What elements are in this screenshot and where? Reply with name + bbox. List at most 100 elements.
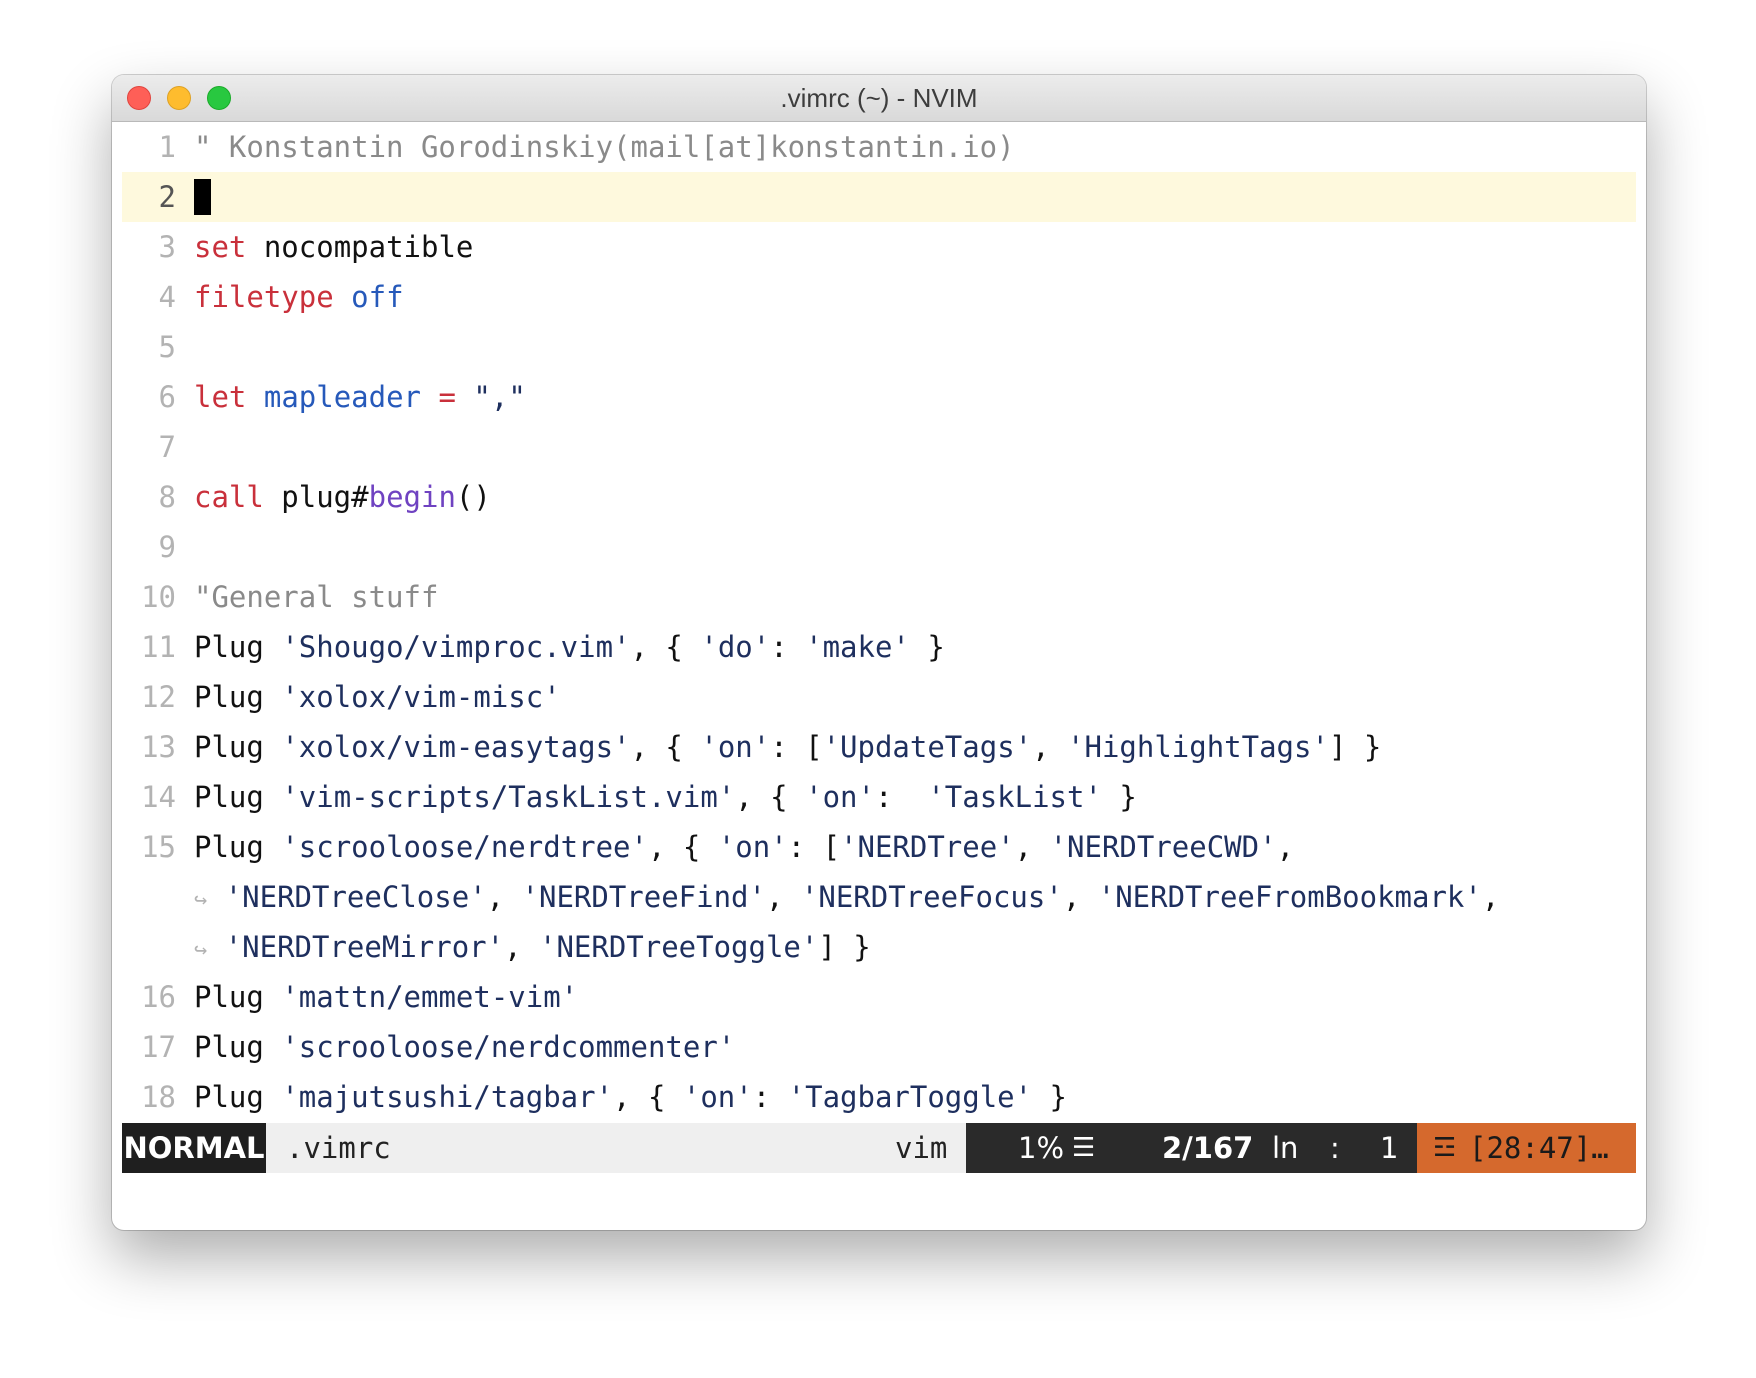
code-token: Plug xyxy=(194,830,282,864)
code-token: Plug xyxy=(194,980,282,1014)
text-cursor xyxy=(194,179,211,215)
code-token: , xyxy=(1032,730,1068,764)
code-token: , { xyxy=(647,830,718,864)
line-text: Plug 'scrooloose/nerdcommenter' xyxy=(194,1022,735,1072)
line-number: 10 xyxy=(141,580,176,614)
code-line[interactable]: 1 " Konstantin Gorodinskiy(mail[at]konsta… xyxy=(122,122,1636,172)
line-text: Plug 'majutsushi/tagbar', { 'on': 'Tagba… xyxy=(194,1072,1067,1122)
code-line[interactable]: 14 Plug 'vim-scripts/TaskList.vim', { 'on… xyxy=(122,772,1636,822)
line-text: Plug 'Shougo/vimproc.vim', { 'do': 'make… xyxy=(194,622,945,672)
code-line[interactable]: 11 Plug 'Shougo/vimproc.vim', { 'do': 'ma… xyxy=(122,622,1636,672)
code-token: , xyxy=(1276,830,1295,864)
line-number: 13 xyxy=(141,730,176,764)
code-token: off xyxy=(351,280,404,314)
code-line[interactable]: 16 Plug 'mattn/emmet-vim' xyxy=(122,972,1636,1022)
code-token: 'NERDTreeCWD' xyxy=(1049,830,1277,864)
code-token: set xyxy=(194,230,247,264)
line-text: call plug#begin() xyxy=(194,472,491,522)
code-token: ] } xyxy=(1328,730,1382,764)
code-token: 'NERDTreeToggle' xyxy=(539,930,819,964)
code-token: 'NERDTreeMirror' xyxy=(224,930,505,964)
code-line[interactable]: 5 xyxy=(122,322,1636,372)
status-percent: 1% xyxy=(1018,1131,1065,1165)
code-line[interactable]: 4 filetype off xyxy=(122,272,1636,322)
line-text: Plug 'mattn/emmet-vim' xyxy=(194,972,578,1022)
code-token: 'scrooloose/nerdcommenter' xyxy=(281,1030,736,1064)
code-token: 'UpdateTags' xyxy=(822,730,1033,764)
code-token: 'mattn/emmet-vim' xyxy=(281,980,579,1014)
line-number: 9 xyxy=(158,530,176,564)
line-text: ↪ 'NERDTreeMirror', 'NERDTreeToggle'] } xyxy=(194,922,871,976)
code-token: 'xolox/vim-easytags' xyxy=(281,730,631,764)
code-token: Plug xyxy=(194,1030,282,1064)
code-token: "General stuff xyxy=(194,580,439,614)
code-token: filetype xyxy=(194,280,334,314)
code-token: : [ xyxy=(770,730,823,764)
line-number: 14 xyxy=(141,780,176,814)
code-token: , xyxy=(765,880,801,914)
code-token: begin xyxy=(368,480,456,514)
code-line[interactable]: 9 xyxy=(122,522,1636,572)
code-token: nocompatible xyxy=(246,230,474,264)
code-line[interactable]: 15 Plug 'scrooloose/nerdtree', { 'on': ['… xyxy=(122,822,1636,872)
code-line[interactable]: 8 call plug#begin() xyxy=(122,472,1636,522)
line-number: 18 xyxy=(141,1080,176,1114)
code-line[interactable]: 13 Plug 'xolox/vim-easytags', { 'on': ['U… xyxy=(122,722,1636,772)
code-line[interactable]: 6 let mapleader = "," xyxy=(122,372,1636,422)
mode-indicator: NORMAL xyxy=(122,1123,266,1173)
status-filetype: vim xyxy=(895,1131,948,1165)
code-token: 'NERDTreeFind' xyxy=(521,880,766,914)
code-line[interactable]: 17 Plug 'scrooloose/nerdcommenter' xyxy=(122,1022,1636,1072)
wrap-arrow-icon: ↪ xyxy=(194,938,208,963)
code-token: 'make' xyxy=(805,630,910,664)
line-text: ↪ 'NERDTreeClose', 'NERDTreeFind', 'NERD… xyxy=(194,872,1499,926)
code-token: 'do' xyxy=(700,630,771,664)
line-text: Plug 'vim-scripts/TaskList.vim', { 'on':… xyxy=(194,772,1137,822)
code-token: , xyxy=(1014,830,1050,864)
code-token: = xyxy=(438,380,456,414)
wrapped-line[interactable]: ↪ 'NERDTreeClose', 'NERDTreeFind', 'NERD… xyxy=(122,872,1636,922)
status-warning: [28:47]… xyxy=(1469,1131,1609,1165)
code-token: 'on' xyxy=(682,1080,753,1114)
code-token: 'vim-scripts/TaskList.vim' xyxy=(281,780,736,814)
code-token: 'xolox/vim-misc' xyxy=(281,680,561,714)
code-token: , xyxy=(486,880,522,914)
code-token: 'NERDTreeFocus' xyxy=(800,880,1063,914)
code-token: , { xyxy=(735,780,806,814)
status-line-position: 2/167 xyxy=(1162,1131,1254,1165)
code-line[interactable]: 18 Plug 'majutsushi/tagbar', { 'on': 'Tag… xyxy=(122,1072,1636,1122)
code-token: } xyxy=(1101,780,1137,814)
editor-buffer[interactable]: 1 " Konstantin Gorodinskiy(mail[at]konsta… xyxy=(122,122,1636,1122)
line-number: 8 xyxy=(158,480,176,514)
code-token: 'NERDTreeFromBookmark' xyxy=(1097,880,1482,914)
line-number: 12 xyxy=(141,680,176,714)
line-number: 11 xyxy=(141,630,176,664)
code-line[interactable]: 12 Plug 'xolox/vim-misc' xyxy=(122,672,1636,722)
code-token: 'on' xyxy=(717,830,788,864)
indent-warning-icon: ☲ xyxy=(1433,1133,1457,1163)
title-bar: .vimrc (~) - NVIM xyxy=(112,75,1646,122)
code-line[interactable]: 2 xyxy=(122,172,1636,222)
code-token: Plug xyxy=(194,680,282,714)
wrap-arrow-icon: ↪ xyxy=(194,888,208,913)
line-text: Plug 'xolox/vim-easytags', { 'on': ['Upd… xyxy=(194,722,1381,772)
code-token: : xyxy=(752,1080,788,1114)
code-line[interactable]: 7 xyxy=(122,422,1636,472)
status-filename: .vimrc xyxy=(286,1131,391,1165)
line-number: 5 xyxy=(158,330,176,364)
code-token: 'on' xyxy=(700,730,771,764)
line-number: 1 xyxy=(158,130,176,164)
code-token: : xyxy=(770,630,806,664)
code-token: : xyxy=(874,780,928,814)
code-token: } xyxy=(1032,1080,1068,1114)
line-text: Plug 'scrooloose/nerdtree', { 'on': ['NE… xyxy=(194,822,1294,872)
status-ln-label: ln xyxy=(1272,1131,1299,1165)
wrapped-line[interactable]: ↪ 'NERDTreeMirror', 'NERDTreeToggle'] } xyxy=(122,922,1636,972)
line-number: 2 xyxy=(158,180,176,214)
line-number: 4 xyxy=(158,280,176,314)
menu-icon: ☰ xyxy=(1072,1133,1096,1163)
code-line[interactable]: 3 set nocompatible xyxy=(122,222,1636,272)
code-line[interactable]: 10 "General stuff xyxy=(122,572,1636,622)
line-number: 3 xyxy=(158,230,176,264)
